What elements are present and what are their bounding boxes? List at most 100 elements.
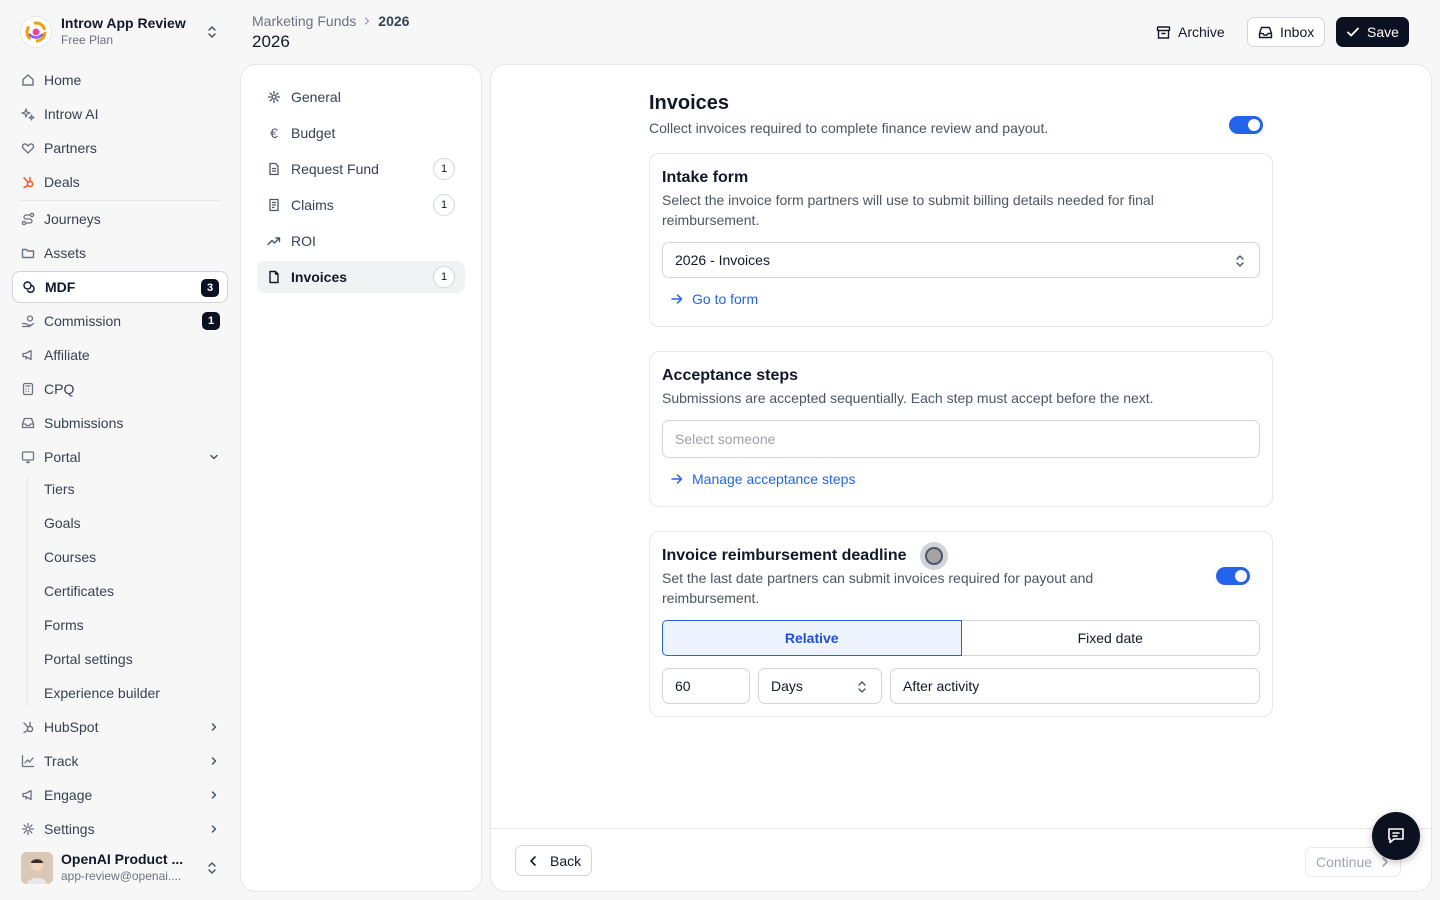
select-value: After activity	[903, 678, 980, 694]
card-title: Invoice reimbursement deadline	[662, 547, 907, 564]
fixed-date-option[interactable]: Fixed date	[961, 620, 1260, 656]
sidebar-item-deals[interactable]: Deals	[12, 166, 228, 198]
line-chart-icon	[21, 754, 35, 768]
settings-nav-invoices[interactable]: Invoices 1	[257, 261, 465, 293]
intake-form-card: Intake form Select the invoice form part…	[649, 153, 1273, 327]
sidebar-item-label: HubSpot	[44, 719, 99, 735]
count-badge: 3	[201, 279, 219, 297]
home-icon	[22, 74, 34, 86]
count-badge: 1	[433, 194, 455, 216]
sidebar-item-partners[interactable]: Partners	[12, 132, 228, 164]
settings-nav-claims[interactable]: Claims 1	[257, 189, 465, 221]
sidebar-item-track[interactable]: Track	[12, 745, 228, 777]
euro-icon: €	[270, 125, 278, 141]
archive-button-label: Archive	[1178, 24, 1225, 40]
sidebar-subitem-label: Portal settings	[44, 651, 133, 667]
sidebar-subitem-label: Certificates	[44, 583, 115, 599]
sidebar-item-label: Introw AI	[44, 106, 99, 122]
sidebar-subitem-forms[interactable]: Forms	[32, 610, 228, 640]
select-someone-input[interactable]: Select someone	[662, 420, 1260, 458]
sidebar-item-mdf[interactable]: MDF 3	[12, 271, 228, 303]
settings-nav-roi[interactable]: ROI	[257, 225, 465, 257]
count-badge: 1	[433, 158, 455, 180]
sidebar-subitem-experience-builder[interactable]: Experience builder	[32, 678, 228, 708]
sidebar-item-introw-ai[interactable]: Introw AI	[12, 98, 228, 130]
monitor-icon	[21, 451, 35, 464]
sidebar-item-settings[interactable]: Settings	[12, 813, 228, 845]
chevron-right-icon	[208, 721, 220, 733]
settings-nav-label: General	[291, 89, 341, 105]
sidebar-item-submissions[interactable]: Submissions	[12, 407, 228, 439]
settings-nav-label: Budget	[291, 125, 336, 141]
sidebar-item-hubspot[interactable]: HubSpot	[12, 711, 228, 743]
chevron-up-down-icon	[857, 680, 867, 694]
sidebar-item-affiliate[interactable]: Affiliate	[12, 339, 228, 371]
chevron-up-down-icon	[206, 24, 218, 40]
chat-button[interactable]	[1372, 812, 1420, 860]
sidebar-item-journeys[interactable]: Journeys	[12, 203, 228, 235]
arrow-right-icon	[671, 474, 683, 484]
sidebar-item-engage[interactable]: Engage	[12, 779, 228, 811]
invoices-enabled-toggle[interactable]	[1229, 116, 1263, 134]
sidebar-subitem-label: Forms	[44, 617, 84, 633]
avatar	[21, 852, 53, 884]
page-title: 2026	[252, 32, 290, 51]
breadcrumb-parent[interactable]: Marketing Funds	[252, 13, 356, 29]
sidebar-item-label: Engage	[44, 787, 93, 803]
sidebar-item-cpq[interactable]: CPQ	[12, 373, 228, 405]
settings-nav-request-fund[interactable]: Request Fund 1	[257, 153, 465, 185]
workspace-plan: Free Plan	[61, 33, 114, 47]
input-value: 60	[675, 678, 691, 694]
sidebar-subitem-courses[interactable]: Courses	[32, 542, 228, 572]
inbox-button[interactable]: Inbox	[1247, 17, 1326, 47]
card-description: Select the invoice form partners will us…	[662, 192, 1154, 228]
sidebar-subitem-portal-settings[interactable]: Portal settings	[32, 644, 228, 674]
inbox-icon	[21, 417, 35, 429]
sidebar-item-home[interactable]: Home	[12, 64, 228, 96]
acceptance-steps-card: Acceptance steps Submissions are accepte…	[649, 351, 1273, 507]
input-placeholder: Select someone	[675, 431, 776, 447]
route-icon	[21, 212, 35, 226]
archive-button[interactable]: Archive	[1146, 17, 1235, 47]
deadline-enabled-toggle[interactable]	[1216, 567, 1250, 585]
sidebar-subitem-goals[interactable]: Goals	[32, 508, 228, 538]
gear-icon	[267, 90, 281, 104]
reimbursement-deadline-card: Invoice reimbursement deadline Set the l…	[649, 531, 1273, 717]
settings-nav-budget[interactable]: € Budget	[257, 117, 465, 149]
sidebar-subitem-certificates[interactable]: Certificates	[32, 576, 228, 606]
sidebar-subitem-tiers[interactable]: Tiers	[32, 474, 228, 504]
workspace-switcher[interactable]: Introw App Review Free Plan	[12, 10, 228, 54]
deadline-unit-select[interactable]: Days	[758, 668, 882, 704]
chevron-right-icon	[208, 755, 220, 767]
sidebar-divider	[20, 200, 220, 201]
handcoins-icon	[21, 315, 35, 328]
go-to-form-link[interactable]: Go to form	[670, 291, 758, 307]
back-button[interactable]: Back	[515, 845, 593, 876]
file-icon	[269, 270, 279, 284]
megaphone-icon	[22, 349, 32, 361]
relative-option[interactable]: Relative	[662, 620, 962, 656]
chevron-right-icon	[362, 16, 372, 26]
hubspot-deals-icon	[23, 176, 34, 189]
deadline-amount-input[interactable]: 60	[662, 668, 750, 704]
deadline-anchor-select[interactable]: After activity	[890, 668, 1260, 704]
workspace-name: Introw App Review	[61, 15, 186, 31]
chevron-right-icon	[208, 823, 220, 835]
user-menu[interactable]: OpenAI Product ... app-review@openai....	[12, 848, 228, 888]
settings-nav-label: ROI	[291, 233, 316, 249]
sidebar-item-label: Deals	[44, 174, 80, 190]
breadcrumb-current: 2026	[378, 13, 410, 29]
folder-icon	[21, 248, 35, 259]
settings-nav-general[interactable]: General	[257, 81, 465, 113]
sidebar-item-label: Affiliate	[44, 347, 90, 363]
sidebar-item-label: Portal	[44, 449, 81, 465]
deadline-mode-segmented-control: Relative Fixed date	[662, 620, 1260, 656]
manage-acceptance-steps-link[interactable]: Manage acceptance steps	[670, 471, 855, 487]
sidebar-item-portal[interactable]: Portal	[12, 441, 228, 473]
sidebar-item-assets[interactable]: Assets	[12, 237, 228, 269]
save-button[interactable]: Save	[1336, 17, 1409, 47]
count-badge: 1	[202, 312, 220, 330]
sidebar-item-commission[interactable]: Commission 1	[12, 305, 228, 337]
intake-form-select[interactable]: 2026 - Invoices	[662, 242, 1260, 278]
sidebar-item-label: Settings	[44, 821, 95, 837]
